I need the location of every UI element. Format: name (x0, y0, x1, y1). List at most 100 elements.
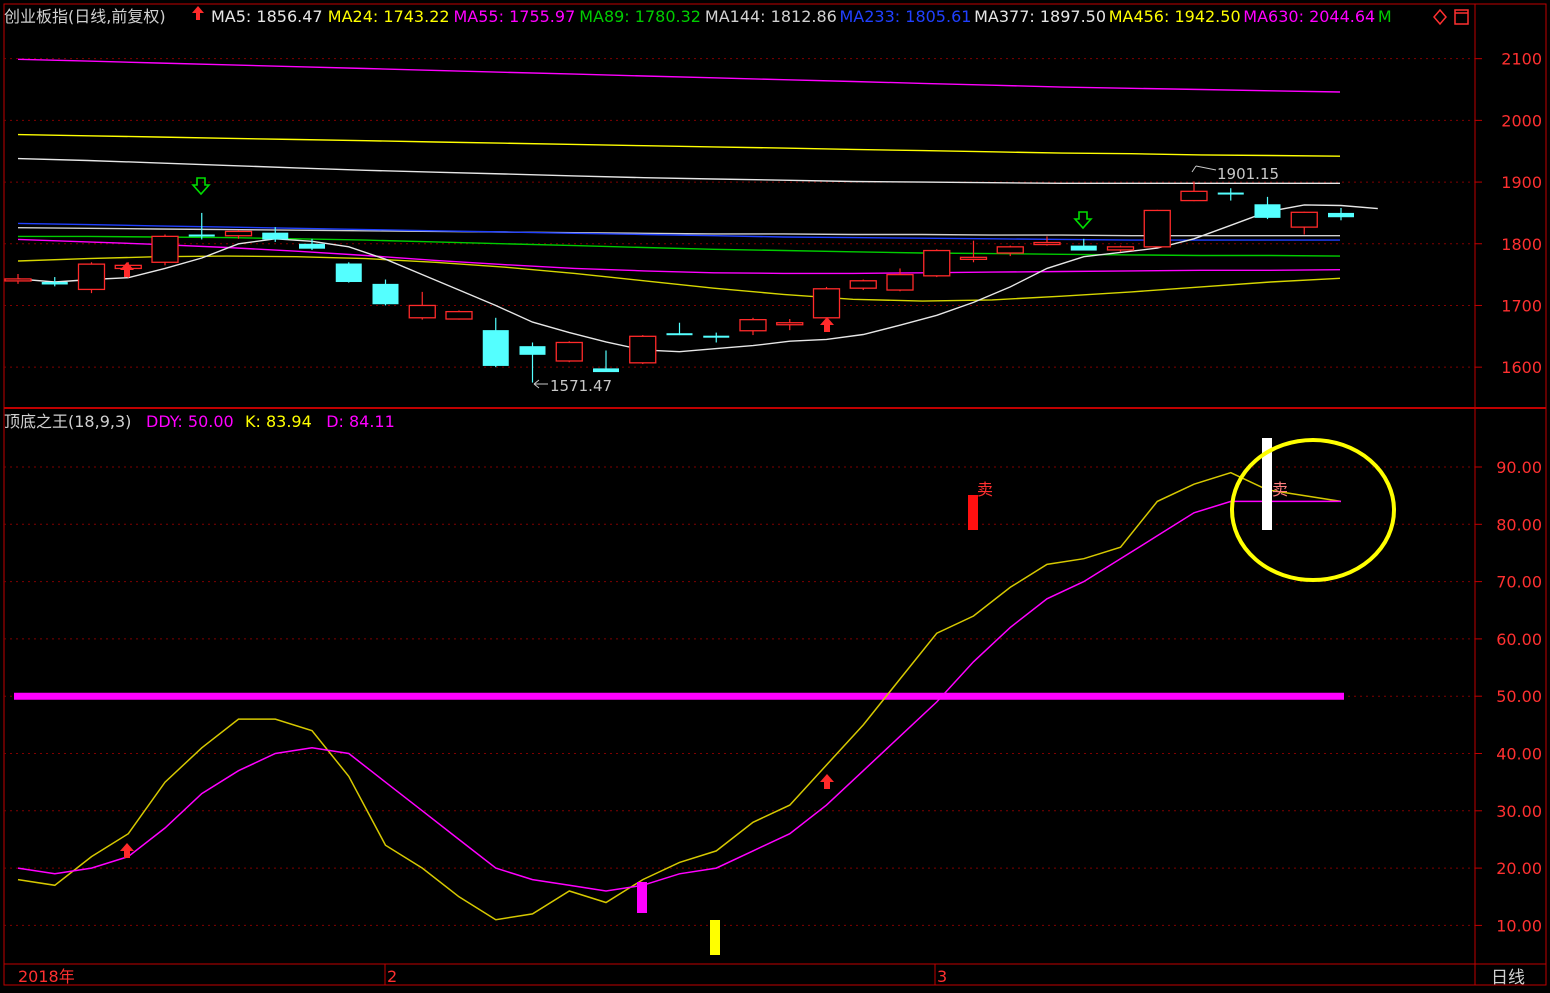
candle-body (1070, 245, 1097, 251)
legend-item: MA89: 1780.32 (579, 7, 701, 26)
top-tick-label: 2000 (1501, 111, 1542, 130)
top-panel-title: 创业板指(日线,前复权) (4, 7, 166, 26)
moving-average-lines (17, 58, 1378, 353)
top-tick-label: 1600 (1501, 358, 1542, 377)
bottom-tick-label: 20.00 (1496, 859, 1542, 878)
bottom-tick-label: 80.00 (1496, 515, 1542, 534)
bottom-tick-label: 90.00 (1496, 458, 1542, 477)
candle-body (555, 341, 583, 362)
buy-arrow-icon (820, 317, 834, 332)
candle-body (923, 249, 951, 277)
candle-body (151, 235, 179, 263)
legend-item: MA5: 1856.47 (211, 7, 323, 26)
candle-body (262, 232, 289, 240)
candle-body (1254, 204, 1281, 218)
sell-label-1: 卖 (977, 480, 993, 499)
legend-item: MA55: 1755.97 (454, 7, 576, 26)
top-tick-label: 1800 (1501, 235, 1542, 254)
candle-body (593, 368, 619, 373)
maximize-icon[interactable] (1454, 9, 1469, 25)
high-pointer (1191, 165, 1217, 173)
signal-bar-yellow (710, 920, 720, 955)
legend-item: MA24: 1743.22 (328, 7, 450, 26)
candle-body (41, 282, 68, 285)
legend-item: D: 84.11 (326, 412, 395, 431)
top-tick-label: 1900 (1501, 173, 1542, 192)
top-legend: MA5: 1856.47 MA24: 1743.22 MA55: 1755.97 MA… (211, 7, 1392, 26)
candlesticks (4, 181, 1354, 383)
candle-body (445, 310, 473, 320)
low-pointer (533, 379, 548, 389)
bottom-tick-label: 70.00 (1496, 573, 1542, 592)
legend-item: M (1378, 7, 1392, 26)
x-axis: 2018年 2 3 日线 (3, 964, 1525, 988)
legend-item: MA456: 1942.50 (1109, 7, 1241, 26)
candle-body (739, 318, 767, 332)
chart-canvas[interactable]: 创业板指(日线,前复权) MA5: 1856.47 MA24: 1743.22 MA… (0, 0, 1550, 989)
top-tick-label: 1700 (1501, 296, 1542, 315)
signal-bar-magenta (637, 882, 647, 913)
candle-body (1290, 211, 1318, 228)
bottom-tick-label: 60.00 (1496, 630, 1542, 649)
ma-line-ma377 (17, 157, 1340, 185)
highlight-circle (1230, 438, 1396, 582)
stock-chart[interactable]: 创业板指(日线,前复权) MA5: 1856.47 MA24: 1743.22 MA… (0, 0, 1550, 989)
ma-line-ma24 (17, 255, 1341, 302)
candle-body (335, 263, 362, 283)
x-label-feb: 2 (387, 967, 397, 986)
sell-label-2: 卖 (1272, 480, 1288, 499)
candle-body (1033, 241, 1061, 246)
ma-line-ma630 (17, 58, 1341, 93)
bottom-legend: DDY: 50.00 K: 83.94 D: 84.11 (146, 412, 395, 431)
legend-item: MA630: 2044.64 (1243, 7, 1375, 26)
ma-line-ma456 (17, 133, 1341, 157)
bottom-tick-label: 10.00 (1496, 916, 1542, 935)
top-y-axis: 2100 2000 1900 1800 1700 1600 (1475, 50, 1542, 377)
candle-body (4, 278, 32, 282)
bottom-tick-label: 40.00 (1496, 745, 1542, 764)
candle-body (372, 283, 399, 305)
low-price-label: 1571.47 (550, 377, 612, 395)
candle-body (1328, 212, 1354, 218)
candle-body (299, 243, 325, 249)
x-label-2018: 2018年 (18, 967, 75, 986)
bottom-panel-title: 顶底之王(18,9,3) (4, 412, 131, 431)
legend-item: DDY: 50.00 (146, 412, 234, 431)
bottom-tick-label: 30.00 (1496, 802, 1542, 821)
buy-arrow-icon (120, 262, 134, 277)
legend-item: K: 83.94 (245, 412, 312, 431)
legend-item: MA377: 1897.50 (974, 7, 1106, 26)
ma-line-ma89 (18, 235, 1341, 257)
candle-body (886, 273, 914, 291)
up-arrow-icon (192, 6, 204, 20)
candle-body (666, 333, 693, 336)
candle-body (1217, 192, 1244, 195)
high-price-label: 1901.15 (1217, 165, 1279, 183)
signal-bar-red (968, 495, 978, 530)
candle-body (1180, 190, 1208, 202)
sell-arrow-icon (191, 177, 211, 196)
candle-body (408, 304, 436, 319)
candle-body (629, 335, 657, 364)
candle-body (77, 263, 106, 291)
candle-body (849, 280, 877, 289)
candle-body (776, 322, 804, 326)
period-label[interactable]: 日线 (1491, 968, 1525, 988)
legend-item: MA144: 1812.86 (705, 7, 837, 26)
candle-body (959, 256, 988, 260)
top-tick-label: 2100 (1501, 50, 1542, 69)
candle-body (703, 335, 730, 338)
x-label-mar: 3 (937, 967, 947, 986)
indicator-lines (14, 471, 1344, 921)
candle-body (482, 330, 509, 366)
bottom-tick-label: 50.00 (1496, 687, 1542, 706)
legend-item: MA233: 1805.61 (840, 7, 972, 26)
candle-body (224, 230, 253, 237)
buy-arrow-icon (820, 774, 834, 789)
candle-body (1143, 209, 1171, 248)
candle-body (1106, 246, 1135, 251)
buy-arrow-icon (120, 843, 134, 858)
candle-body (812, 288, 841, 319)
candle-body (188, 234, 215, 237)
diamond-icon[interactable] (1433, 8, 1447, 26)
